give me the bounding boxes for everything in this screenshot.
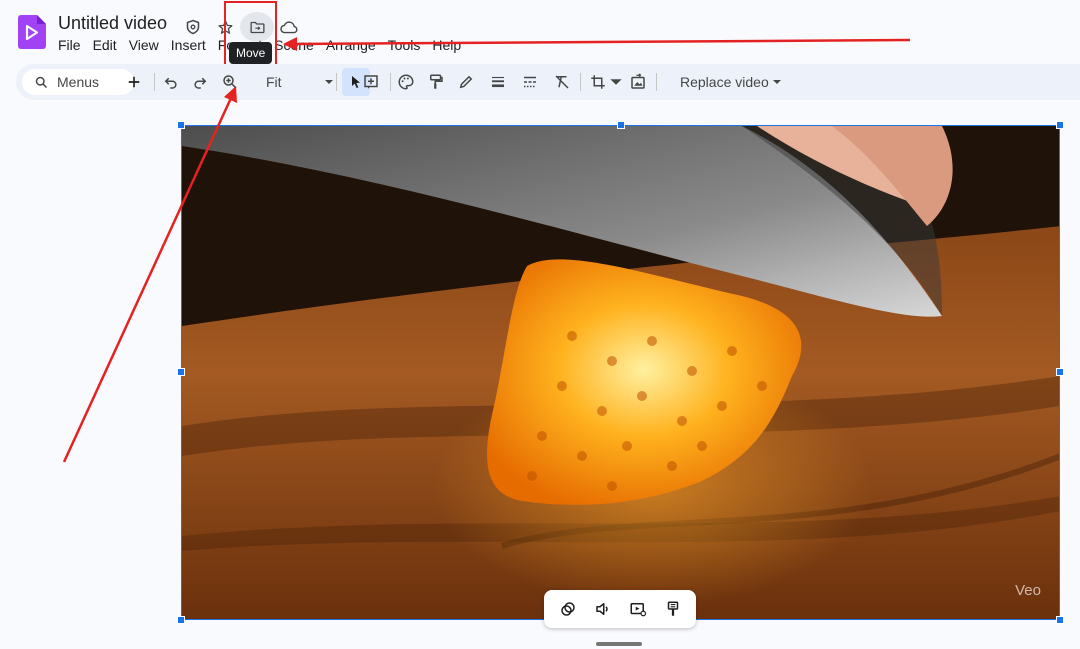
zoom-value: Fit [266,74,282,90]
add-text-icon[interactable] [359,70,383,94]
redo-icon[interactable] [188,70,212,94]
volume-icon[interactable] [591,597,615,621]
toolbar-divider [580,73,581,91]
resize-handle-top[interactable] [617,121,625,129]
menu-tools[interactable]: Tools [382,34,427,56]
scroll-handle[interactable] [596,642,642,646]
toolbar-divider [656,73,657,91]
menu-edit[interactable]: Edit [87,34,123,56]
reset-image-icon[interactable] [626,70,650,94]
resize-handle-left[interactable] [177,368,185,376]
replace-video-button[interactable]: Replace video [680,70,782,94]
toolbar-divider [390,73,391,91]
animation-icon[interactable] [556,597,580,621]
zoom-icon[interactable] [218,70,242,94]
undo-icon[interactable] [159,70,183,94]
dropdown-arrow-icon [325,80,333,84]
resize-handle-right[interactable] [1056,368,1064,376]
replace-video-label: Replace video [680,74,769,90]
menu-insert[interactable]: Insert [165,34,212,56]
menus-search[interactable]: Menus [22,69,134,95]
video-frame-image [182,126,1059,619]
video-controls-bar [544,590,696,628]
toolbar-divider [336,73,337,91]
resize-handle-bottom-right[interactable] [1056,616,1064,624]
pen-icon[interactable] [454,70,478,94]
clear-format-icon[interactable] [550,70,574,94]
video-element[interactable]: Veo [181,125,1060,620]
menu-arrange[interactable]: Arrange [320,34,382,56]
menu-help[interactable]: Help [426,34,467,56]
annotation-highlight-box [224,1,277,72]
crop-dropdown-icon[interactable] [609,70,623,94]
resize-handle-bottom-left[interactable] [177,616,185,624]
veo-watermark: Veo [1015,582,1041,599]
resize-handle-top-left[interactable] [177,121,185,129]
line-weight-icon[interactable] [486,70,510,94]
crop-icon[interactable] [586,70,610,94]
search-icon [35,76,48,88]
menu-file[interactable]: File [52,34,87,56]
menus-search-label: Menus [57,74,100,90]
format-icon[interactable] [661,597,685,621]
add-icon[interactable] [122,70,146,94]
menu-view[interactable]: View [123,34,165,56]
app-logo-icon[interactable] [18,15,46,49]
palette-icon[interactable] [394,70,418,94]
resize-handle-top-right[interactable] [1056,121,1064,129]
paint-format-icon[interactable] [424,70,448,94]
zoom-select[interactable]: Fit [266,70,334,94]
document-title[interactable]: Untitled video [58,12,167,34]
toolbar: Menus Fit Replace video [16,64,1080,100]
dropdown-arrow-icon [772,80,781,84]
playback-icon[interactable] [626,597,650,621]
line-dash-icon[interactable] [518,70,542,94]
toolbar-divider [154,73,155,91]
